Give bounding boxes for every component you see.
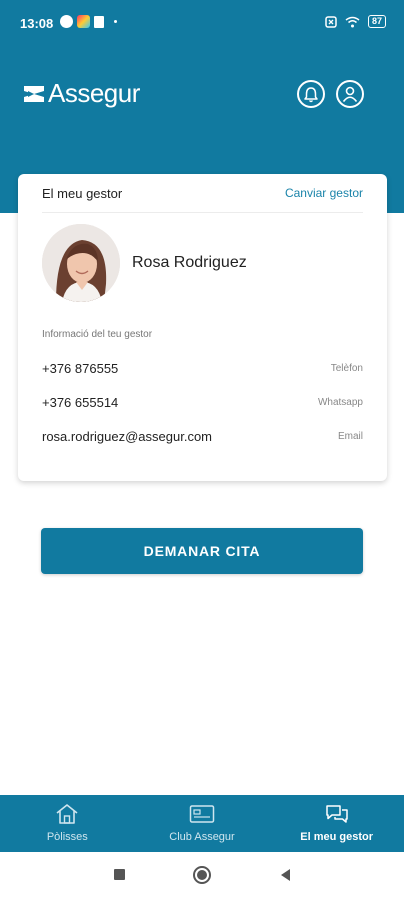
status-time: 13:08 bbox=[20, 16, 54, 31]
wifi-icon bbox=[345, 16, 360, 27]
email-kind: Email bbox=[337, 431, 363, 442]
house-icon bbox=[56, 804, 78, 824]
status-system-icons: 87 bbox=[325, 15, 386, 28]
gestor-avatar bbox=[42, 224, 120, 302]
nav-label-polisses: Pòlisses bbox=[46, 831, 88, 843]
request-appointment-button[interactable]: DEMANAR CITA bbox=[41, 528, 363, 574]
check-circle-icon bbox=[60, 15, 73, 28]
change-gestor-link[interactable]: Canviar gestor bbox=[285, 186, 363, 200]
info-label: Informació del teu gestor bbox=[42, 329, 153, 340]
system-navigation-bar bbox=[0, 852, 404, 900]
bottom-nav: Pòlisses Club Assegur El meu gestor bbox=[0, 795, 404, 852]
phone-value[interactable]: +376 876555 bbox=[42, 361, 118, 376]
contact-row-phone[interactable]: +376 876555 Telèfon bbox=[42, 361, 363, 381]
card-divider bbox=[42, 212, 363, 213]
sim-icon bbox=[325, 15, 337, 28]
nav-label-club-assegur: Club Assegur bbox=[169, 831, 235, 843]
gestor-name: Rosa Rodriguez bbox=[132, 254, 247, 271]
whatsapp-value[interactable]: +376 655514 bbox=[42, 395, 118, 410]
whatsapp-kind: Whatsapp bbox=[317, 397, 363, 408]
profile-button[interactable] bbox=[336, 80, 364, 108]
card-title: El meu gestor bbox=[42, 186, 123, 201]
assegur-logo-mark bbox=[24, 85, 44, 102]
contact-row-email[interactable]: rosa.rodriguez@assegur.com Email bbox=[42, 429, 363, 449]
status-bar: 13:08 87 bbox=[0, 0, 404, 48]
brand-name: Assegur bbox=[48, 78, 140, 108]
recents-button[interactable] bbox=[114, 869, 125, 880]
notifications-button[interactable] bbox=[297, 80, 325, 108]
card-icon bbox=[189, 805, 215, 823]
status-notification-icons bbox=[60, 15, 117, 28]
nav-item-el-meu-gestor[interactable]: El meu gestor bbox=[269, 795, 404, 852]
user-icon bbox=[342, 86, 358, 102]
nav-label-el-meu-gestor: El meu gestor bbox=[300, 831, 374, 843]
contact-row-whatsapp[interactable]: +376 655514 Whatsapp bbox=[42, 395, 363, 415]
bell-icon bbox=[304, 86, 318, 102]
back-button[interactable] bbox=[281, 869, 290, 881]
assegur-logo: Assegur bbox=[23, 78, 140, 109]
gestor-photo bbox=[42, 224, 120, 302]
gestor-card: El meu gestor Canviar gestor Rosa Rodrig… bbox=[18, 174, 387, 481]
battery-indicator: 87 bbox=[367, 15, 386, 28]
home-button[interactable] bbox=[193, 866, 211, 884]
dot-icon bbox=[114, 20, 117, 23]
nav-item-club-assegur[interactable]: Club Assegur bbox=[135, 795, 270, 852]
app-icon bbox=[77, 15, 90, 28]
email-value[interactable]: rosa.rodriguez@assegur.com bbox=[42, 429, 212, 444]
phone-kind: Telèfon bbox=[330, 363, 363, 374]
trash-icon bbox=[94, 15, 104, 28]
nav-item-polisses[interactable]: Pòlisses bbox=[0, 795, 135, 852]
chat-icon bbox=[325, 805, 348, 823]
